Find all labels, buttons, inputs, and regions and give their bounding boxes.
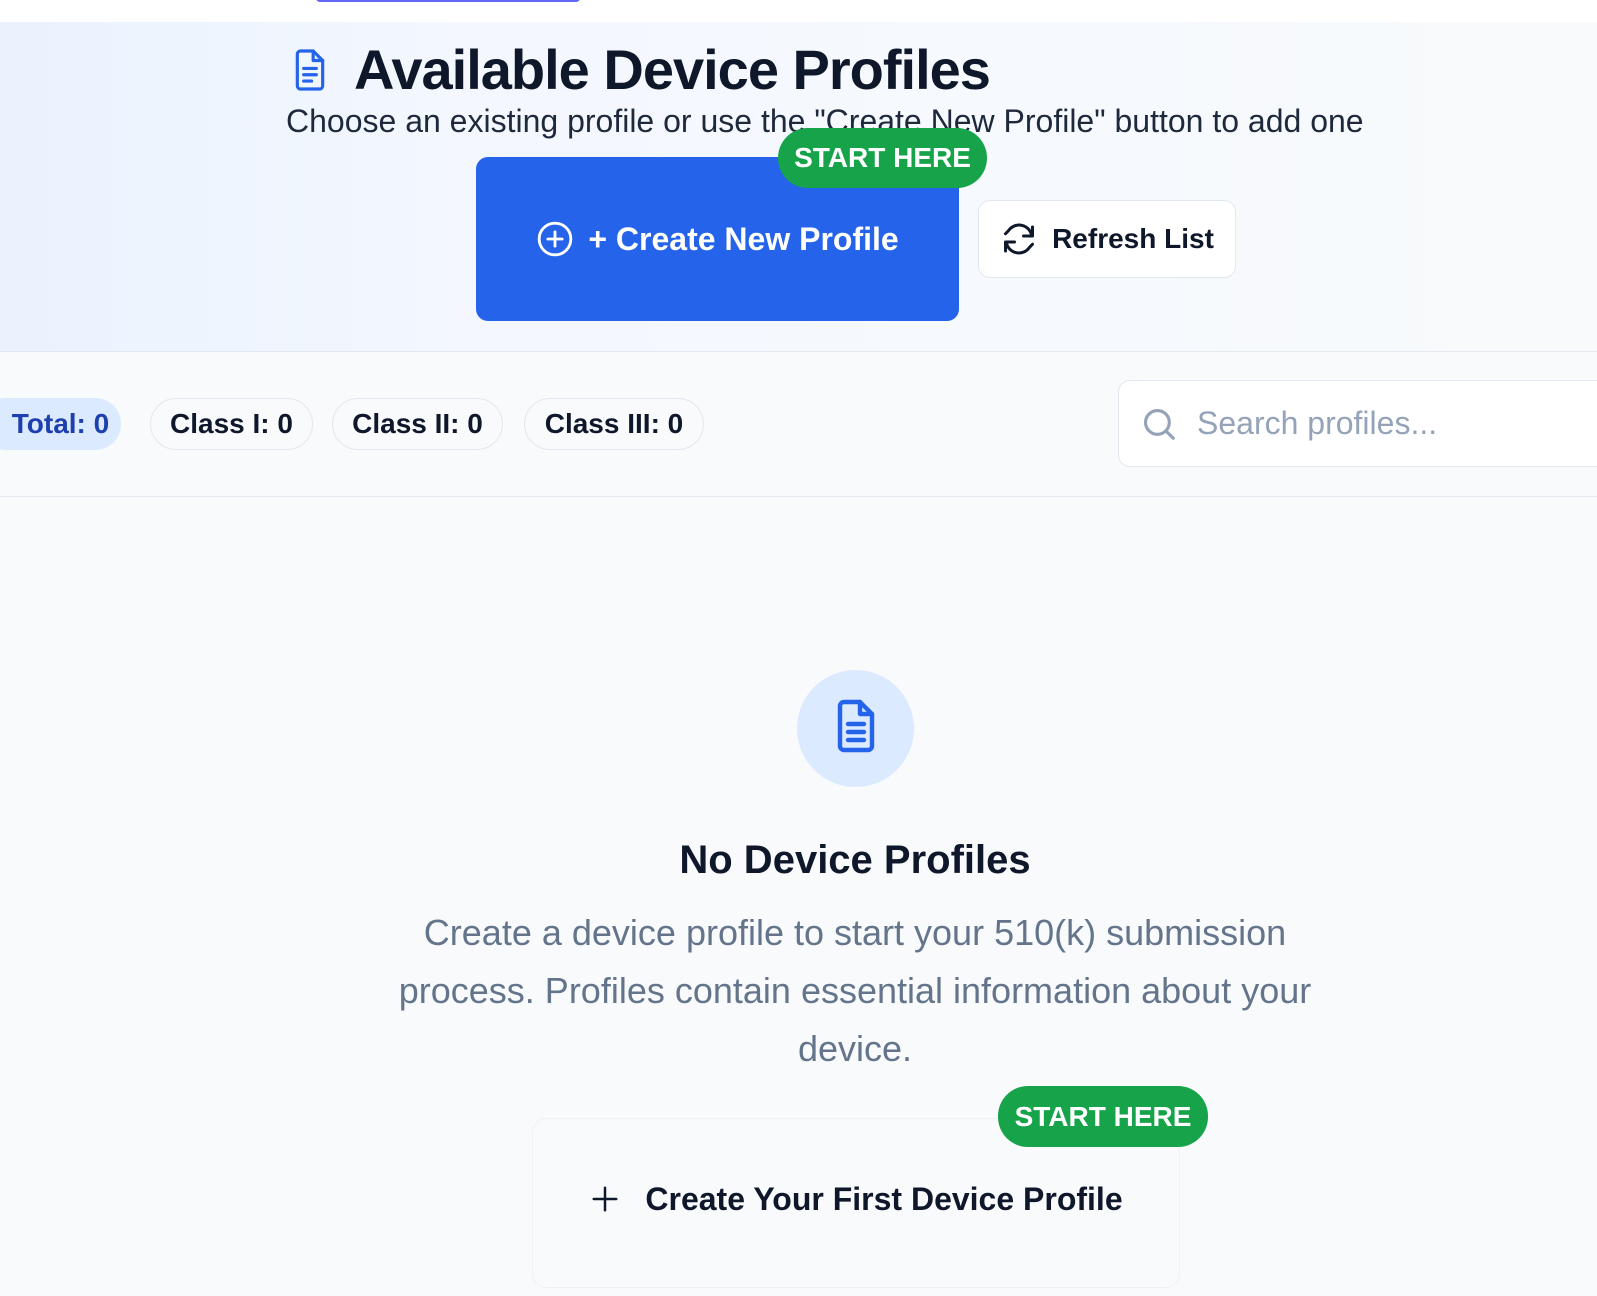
start-here-badge: START HERE: [778, 128, 987, 188]
device-profiles-page: Available Device Profiles Choose an exis…: [0, 0, 1597, 1296]
empty-state-icon: [797, 670, 914, 787]
plus-icon: [589, 1183, 621, 1215]
title-row: Available Device Profiles: [290, 38, 991, 102]
stats-filter-bar: Total: 0 Class I: 0 Class II: 0 Class II…: [0, 352, 1597, 497]
plus-circle-icon: [536, 220, 574, 258]
page-title: Available Device Profiles: [354, 38, 991, 101]
start-here-badge: START HERE: [998, 1086, 1208, 1147]
search-icon: [1139, 404, 1179, 444]
class-iii-count-chip[interactable]: Class III: 0: [524, 398, 704, 450]
search-box: [1118, 380, 1597, 467]
page-header: Available Device Profiles Choose an exis…: [0, 22, 1597, 352]
empty-state-description: Create a device profile to start your 51…: [398, 912, 1312, 1069]
empty-state-title: No Device Profiles: [679, 838, 1031, 882]
refresh-list-button[interactable]: Refresh List: [978, 200, 1236, 278]
refresh-list-label: Refresh List: [1052, 223, 1214, 254]
document-icon: [290, 46, 330, 94]
class-ii-count-chip[interactable]: Class II: 0: [332, 398, 503, 450]
class-i-count-chip[interactable]: Class I: 0: [150, 398, 313, 450]
create-new-profile-label: + Create New Profile: [588, 220, 899, 257]
top-nav-bar: [0, 0, 1597, 22]
active-nav-tab[interactable]: [316, 0, 580, 2]
create-first-profile-label: Create Your First Device Profile: [645, 1180, 1123, 1217]
document-icon: [832, 697, 880, 760]
create-first-profile-button[interactable]: Create Your First Device Profile: [560, 1158, 1152, 1240]
refresh-icon: [1000, 220, 1038, 258]
total-count-chip[interactable]: Total: 0: [0, 398, 121, 450]
search-input[interactable]: [1197, 405, 1577, 442]
